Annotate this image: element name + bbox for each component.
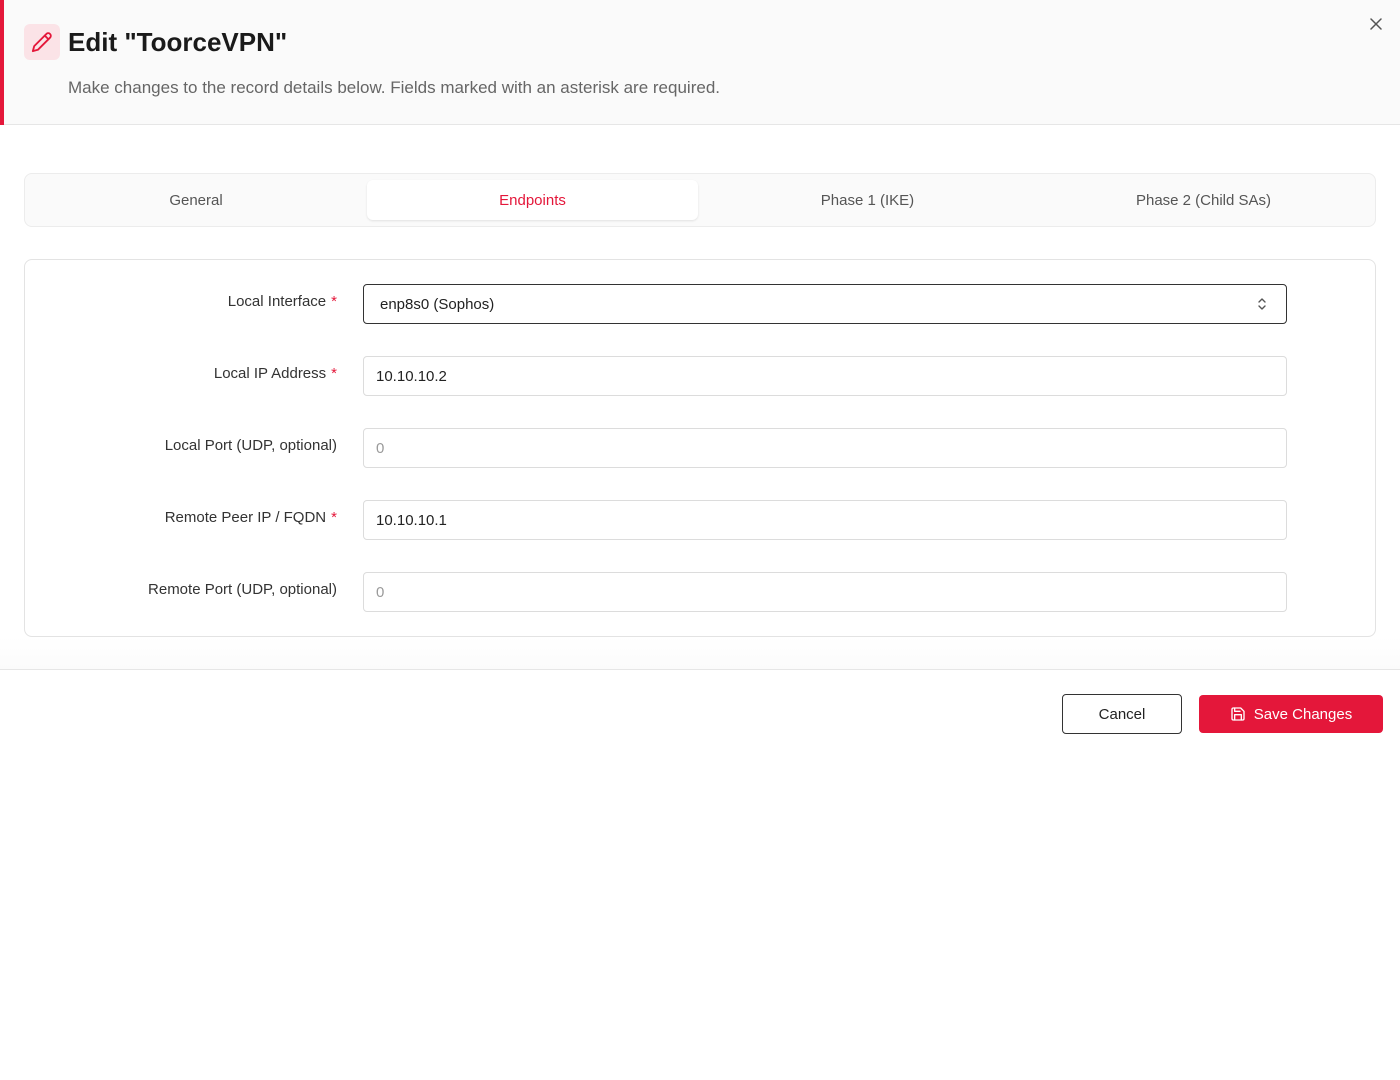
tab-general[interactable]: General	[31, 180, 361, 220]
local-interface-value: enp8s0 (Sophos)	[380, 295, 495, 313]
footer-shade	[0, 637, 1400, 669]
required-asterisk: *	[331, 293, 337, 310]
dialog-subtitle: Make changes to the record details below…	[68, 78, 720, 97]
dialog-footer	[0, 669, 1400, 759]
pencil-icon	[24, 24, 60, 60]
remote-port-field[interactable]	[363, 572, 1287, 612]
save-changes-label: Save Changes	[1253, 705, 1353, 723]
endpoints-form: Local Interface * enp8s0 (Sophos) Local I…	[24, 259, 1376, 637]
required-asterisk: *	[331, 365, 337, 382]
local-ip-field[interactable]	[363, 356, 1287, 396]
tab-phase-2-child-sas[interactable]: Phase 2 (Child SAs)	[1038, 180, 1369, 220]
remote-peer-input[interactable]	[376, 501, 1274, 539]
chevron-up-down-icon	[1254, 296, 1270, 312]
dialog-title: Edit "ToorceVPN"	[68, 27, 288, 57]
cancel-button[interactable]: Cancel	[1062, 694, 1182, 734]
remote-peer-field[interactable]	[363, 500, 1287, 540]
local-port-label: Local Port (UDP, optional)	[164, 437, 337, 454]
save-changes-button[interactable]: Save Changes	[1199, 695, 1383, 733]
remote-port-label: Remote Port (UDP, optional)	[148, 581, 337, 598]
local-port-input[interactable]	[376, 429, 1274, 467]
local-interface-label: Local Interface *	[227, 293, 337, 310]
local-ip-input[interactable]	[376, 357, 1274, 395]
close-icon[interactable]	[1364, 12, 1388, 36]
required-asterisk: *	[331, 509, 337, 526]
tab-endpoints[interactable]: Endpoints	[367, 180, 698, 220]
floppy-disk-icon	[1230, 706, 1246, 722]
dialog-header: Edit "ToorceVPN" Make changes to the rec…	[0, 0, 1400, 125]
local-port-field[interactable]	[363, 428, 1287, 468]
edit-record-dialog: Edit "ToorceVPN" Make changes to the rec…	[0, 0, 1400, 1080]
tab-phase-1-ike[interactable]: Phase 1 (IKE)	[702, 180, 1033, 220]
header-accent-bar	[0, 0, 4, 125]
tab-bar: General Endpoints Phase 1 (IKE) Phase 2 …	[24, 173, 1376, 227]
remote-port-input[interactable]	[376, 573, 1274, 611]
local-interface-select[interactable]: enp8s0 (Sophos)	[363, 284, 1287, 324]
remote-peer-label: Remote Peer IP / FQDN *	[164, 509, 337, 526]
local-ip-label: Local IP Address *	[213, 365, 337, 382]
